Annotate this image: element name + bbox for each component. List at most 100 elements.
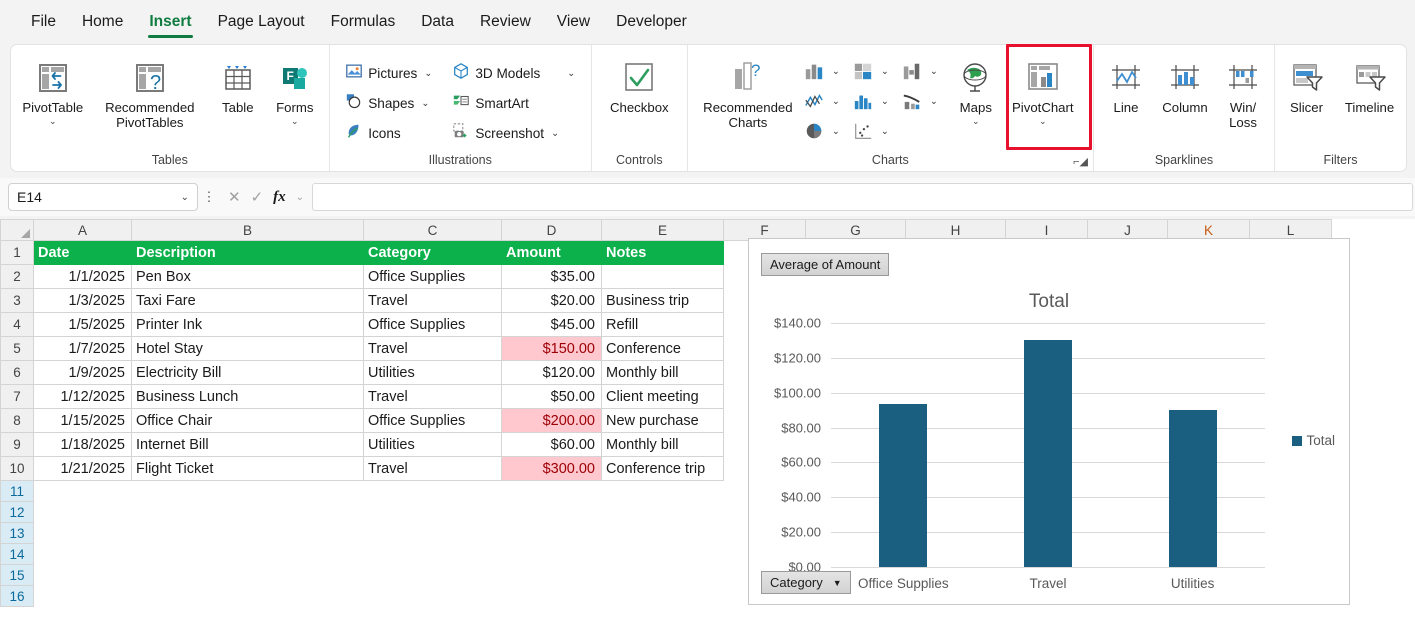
chevron-down-icon[interactable]: ⌄: [881, 66, 889, 77]
chevron-down-icon[interactable]: ⌄: [930, 96, 938, 107]
cell-e6[interactable]: Monthly bill: [601, 360, 724, 385]
charts-dialog-launcher[interactable]: ⌐◢: [1073, 155, 1088, 168]
checkbox-button[interactable]: Checkbox: [596, 52, 682, 116]
chevron-down-icon[interactable]: ⌄: [424, 68, 432, 79]
cell-e2[interactable]: [601, 264, 724, 289]
chart-bar[interactable]: [879, 404, 928, 567]
chart-bar[interactable]: [1168, 410, 1217, 567]
cell-a5[interactable]: 1/7/2025: [33, 336, 132, 361]
tab-formulas[interactable]: Formulas: [318, 7, 409, 40]
recommended-charts-button[interactable]: ? Recommended Charts: [698, 52, 798, 131]
formula-input[interactable]: [312, 183, 1413, 211]
cell-a9[interactable]: 1/18/2025: [33, 432, 132, 457]
combo-chart-button[interactable]: ⌄: [896, 86, 943, 116]
chevron-down-icon[interactable]: ⌄: [1039, 116, 1047, 126]
cell-e8[interactable]: New purchase: [601, 408, 724, 433]
scatter-chart-button[interactable]: ⌄: [847, 116, 894, 146]
cell-c4[interactable]: Office Supplies: [363, 312, 502, 337]
cell-c6[interactable]: Utilities: [363, 360, 502, 385]
bar-chart-button[interactable]: ⌄: [847, 56, 894, 86]
cell-a8[interactable]: 1/15/2025: [33, 408, 132, 433]
cell-a7[interactable]: 1/12/2025: [33, 384, 132, 409]
row-header-7[interactable]: 7: [0, 384, 34, 409]
tab-page-layout[interactable]: Page Layout: [205, 7, 318, 40]
row-header-1[interactable]: 1: [0, 240, 34, 265]
pivottable-button[interactable]: PivotTable ⌄: [16, 52, 90, 126]
cell-d10[interactable]: $300.00: [501, 456, 602, 481]
slicer-button[interactable]: Slicer: [1278, 52, 1336, 116]
sparkline-winloss-button[interactable]: Win/ Loss: [1216, 52, 1270, 131]
line-chart-button[interactable]: ⌄: [798, 86, 845, 116]
chart-legend[interactable]: Total: [1292, 433, 1335, 448]
cell-d5[interactable]: $150.00: [501, 336, 602, 361]
row-header-12[interactable]: 12: [0, 501, 34, 523]
cell-b5[interactable]: Hotel Stay: [131, 336, 364, 361]
cell-b9[interactable]: Internet Bill: [131, 432, 364, 457]
tab-developer[interactable]: Developer: [603, 7, 700, 40]
cell-c5[interactable]: Travel: [363, 336, 502, 361]
maps-button[interactable]: Maps ⌄: [949, 52, 1003, 126]
row-header-2[interactable]: 2: [0, 264, 34, 289]
pie-chart-button[interactable]: ⌄: [798, 116, 845, 146]
cell-d3[interactable]: $20.00: [501, 288, 602, 313]
cell-e7[interactable]: Client meeting: [601, 384, 724, 409]
chevron-down-icon[interactable]: ⌄: [881, 126, 889, 137]
chevron-down-icon[interactable]: ⌄: [567, 68, 575, 79]
cell-a10[interactable]: 1/21/2025: [33, 456, 132, 481]
cell-d2[interactable]: $35.00: [501, 264, 602, 289]
cell-b7[interactable]: Business Lunch: [131, 384, 364, 409]
pivotchart-axis-field-button[interactable]: Category ▼: [761, 571, 851, 594]
cell-c2[interactable]: Office Supplies: [363, 264, 502, 289]
tab-review[interactable]: Review: [467, 7, 544, 40]
cell-c3[interactable]: Travel: [363, 288, 502, 313]
cell-a4[interactable]: 1/5/2025: [33, 312, 132, 337]
recommended-pivottables-button[interactable]: ? Recommended PivotTables: [90, 52, 210, 131]
cell-b4[interactable]: Printer Ink: [131, 312, 364, 337]
cell-c9[interactable]: Utilities: [363, 432, 502, 457]
pictures-button[interactable]: Pictures ⌄: [340, 58, 437, 88]
pivotchart-button[interactable]: PivotChart ⌄: [1003, 52, 1083, 126]
chevron-down-icon[interactable]: ⌄: [551, 128, 559, 139]
chevron-down-icon[interactable]: ⌄: [832, 66, 840, 77]
cell-e3[interactable]: Business trip: [601, 288, 724, 313]
column-chart-button[interactable]: ⌄: [798, 56, 845, 86]
insert-function-icon[interactable]: fx: [273, 189, 286, 206]
cell-d8[interactable]: $200.00: [501, 408, 602, 433]
cell-c7[interactable]: Travel: [363, 384, 502, 409]
column-header-b[interactable]: B: [131, 219, 364, 241]
cell-d6[interactable]: $120.00: [501, 360, 602, 385]
cell-b10[interactable]: Flight Ticket: [131, 456, 364, 481]
chevron-down-icon[interactable]: ⌄: [296, 192, 304, 203]
timeline-button[interactable]: Timeline: [1336, 52, 1404, 116]
row-header-6[interactable]: 6: [0, 360, 34, 385]
cell-a3[interactable]: 1/3/2025: [33, 288, 132, 313]
row-header-9[interactable]: 9: [0, 432, 34, 457]
cell-e5[interactable]: Conference: [601, 336, 724, 361]
cell-b3[interactable]: Taxi Fare: [131, 288, 364, 313]
tab-view[interactable]: View: [544, 7, 603, 40]
cell-e9[interactable]: Monthly bill: [601, 432, 724, 457]
cell-a6[interactable]: 1/9/2025: [33, 360, 132, 385]
cell-a1[interactable]: Date: [33, 240, 132, 265]
row-header-16[interactable]: 16: [0, 585, 34, 607]
filter-dropdown-arrow-icon[interactable]: ▼: [833, 578, 842, 588]
cell-b2[interactable]: Pen Box: [131, 264, 364, 289]
histogram-chart-button[interactable]: ⌄: [847, 86, 894, 116]
cell-b1[interactable]: Description: [131, 240, 364, 265]
smartart-button[interactable]: SmartArt: [447, 88, 580, 118]
chevron-down-icon[interactable]: ⌄: [49, 116, 57, 126]
tab-insert[interactable]: Insert: [136, 7, 204, 40]
screenshot-button[interactable]: Screenshot ⌄: [447, 118, 580, 148]
sparkline-line-button[interactable]: Line: [1098, 52, 1154, 116]
select-all-corner[interactable]: [0, 219, 34, 241]
sparkline-column-button[interactable]: Column: [1154, 52, 1216, 116]
chevron-down-icon[interactable]: ⌄: [181, 192, 189, 203]
column-header-e[interactable]: E: [601, 219, 724, 241]
icons-button[interactable]: Icons: [340, 118, 437, 148]
cell-e4[interactable]: Refill: [601, 312, 724, 337]
3d-models-button[interactable]: 3D Models ⌄: [447, 58, 580, 88]
shapes-button[interactable]: Shapes ⌄: [340, 88, 437, 118]
enter-icon[interactable]: ✓: [251, 188, 264, 206]
cell-e1[interactable]: Notes: [601, 240, 724, 265]
tab-home[interactable]: Home: [69, 7, 136, 40]
